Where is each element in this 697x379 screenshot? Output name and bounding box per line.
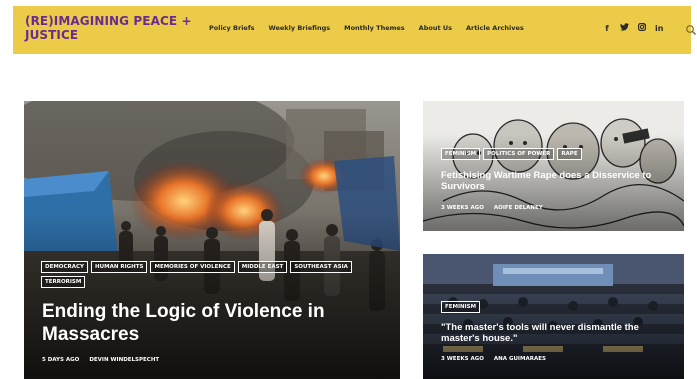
nav-policy-briefs[interactable]: Policy Briefs <box>209 24 255 32</box>
linkedin-icon[interactable]: in <box>655 24 663 34</box>
article-tags: FEMINISM POLITICS OF POWER RAPE <box>441 148 681 160</box>
tag-feminism[interactable]: FEMINISM <box>441 148 481 160</box>
article-card[interactable] <box>423 101 684 231</box>
featured-article-meta: 5 DAYS AGO DEVIN WINDELSPECHT <box>42 357 159 363</box>
article-meta: 3 WEEKS AGO ANA GUIMARAES <box>441 356 546 362</box>
tag-democracy[interactable]: DEMOCRACY <box>41 261 89 273</box>
article-date: 3 WEEKS AGO <box>441 356 484 362</box>
tag-terrorism[interactable]: TERRORISM <box>41 276 86 288</box>
image-overlay <box>24 212 400 379</box>
nav-article-archives[interactable]: Article Archives <box>466 24 524 32</box>
nav-about-us[interactable]: About Us <box>419 24 452 32</box>
tag-southeast-asia[interactable]: SOUTHEAST ASIA <box>290 261 352 273</box>
tag-rape[interactable]: RAPE <box>557 148 582 160</box>
article-author[interactable]: AOIFE DELANEY <box>494 205 543 211</box>
tag-memories-of-violence[interactable]: MEMORIES OF VIOLENCE <box>150 261 235 273</box>
tag-politics-of-power[interactable]: POLITICS OF POWER <box>483 148 555 160</box>
article-title[interactable]: Fetishising Wartime Rape does a Disservi… <box>441 170 671 192</box>
twitter-icon[interactable] <box>620 23 629 34</box>
article-title[interactable]: "The master's tools will never dismantle… <box>441 322 671 344</box>
article-author[interactable]: DEVIN WINDELSPECHT <box>89 357 159 363</box>
featured-article-tags: DEMOCRACY HUMAN RIGHTS MEMORIES OF VIOLE… <box>41 261 391 288</box>
instagram-icon[interactable] <box>638 23 646 34</box>
article-date: 3 WEEKS AGO <box>441 205 484 211</box>
article-date: 5 DAYS AGO <box>42 357 80 363</box>
featured-article-title[interactable]: Ending the Logic of Violence in Massacre… <box>42 300 372 346</box>
main-nav: Policy Briefs Weekly Briefings Monthly T… <box>209 24 524 32</box>
article-tags: FEMINISM <box>441 301 681 313</box>
site-header: (RE)IMAGINING PEACE + JUSTICE Policy Bri… <box>13 6 696 54</box>
nav-weekly-briefings[interactable]: Weekly Briefings <box>269 24 331 32</box>
article-author[interactable]: ANA GUIMARAES <box>494 356 546 362</box>
article-meta: 3 WEEKS AGO AOIFE DELANEY <box>441 205 543 211</box>
tag-middle-east[interactable]: MIDDLE EAST <box>237 261 288 273</box>
site-logo[interactable]: (RE)IMAGINING PEACE + JUSTICE <box>25 14 193 42</box>
tag-feminism[interactable]: FEMINISM <box>441 301 481 313</box>
tag-human-rights[interactable]: HUMAN RIGHTS <box>91 261 148 273</box>
nav-monthly-themes[interactable]: Monthly Themes <box>344 24 405 32</box>
search-icon[interactable] <box>685 23 697 35</box>
social-links: f in <box>603 23 663 34</box>
facebook-icon[interactable]: f <box>603 24 611 34</box>
